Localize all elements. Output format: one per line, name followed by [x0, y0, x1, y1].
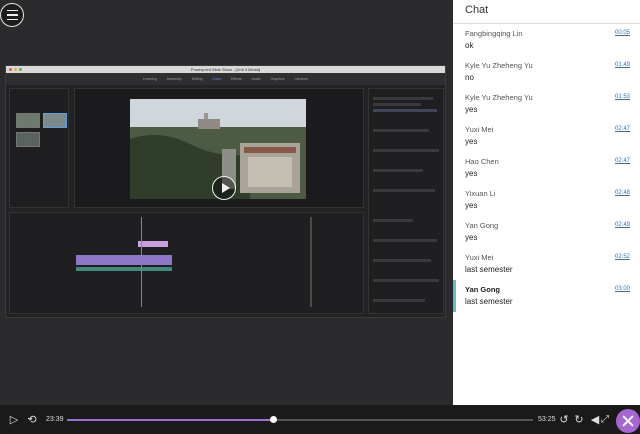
replay-icon[interactable]: ⟲: [25, 413, 39, 427]
screen-title: Powerpoint Slide Show - [Unit 3 Media]: [190, 67, 261, 72]
chat-author: Yixuan Li: [465, 189, 496, 198]
property-row: [373, 259, 431, 262]
play-icon[interactable]: ▷: [7, 413, 21, 427]
chat-author: Fangbingqing Lin: [465, 29, 523, 38]
lecture-player: Powerpoint Slide Show - [Unit 3 Media] L…: [0, 0, 640, 434]
media-thumbnail: [43, 113, 67, 128]
progress-bar[interactable]: [67, 416, 533, 423]
chat-title: Chat: [453, 0, 640, 24]
editor-menu-item: Editing: [191, 77, 203, 81]
chat-timestamp-link[interactable]: 02:47: [615, 158, 630, 164]
chat-author: Yan Gong: [465, 285, 501, 294]
chat-timestamp-link[interactable]: 02:52: [615, 254, 630, 260]
chat-text: yes: [465, 201, 478, 210]
chat-message: Yan Gong yes 02:49: [453, 216, 640, 248]
property-row: [373, 169, 423, 172]
editor-menu-item: Graphics: [270, 77, 285, 81]
editor-menu-item: Effects: [230, 77, 242, 81]
chat-text: yes: [465, 233, 478, 242]
property-row: [373, 97, 433, 100]
chat-message: Yixuan Li yes 02:48: [453, 184, 640, 216]
play-overlay-icon[interactable]: [212, 176, 236, 200]
chat-message: Kyle Yu Zheheng Yu yes 01:53: [453, 88, 640, 120]
chat-timestamp-link[interactable]: 01:53: [615, 94, 630, 100]
chat-text: no: [465, 73, 474, 82]
property-row: [373, 189, 435, 192]
progress-fill: [67, 419, 274, 421]
rewind-15-icon[interactable]: ↺: [557, 413, 571, 427]
editor-menu-item: Assembly: [166, 77, 182, 81]
video-area[interactable]: Powerpoint Slide Show - [Unit 3 Media] L…: [0, 0, 453, 405]
editor-menu-item: Color: [212, 77, 221, 81]
timeline-panel: [9, 212, 364, 314]
progress-knob[interactable]: [270, 416, 278, 423]
property-row: [373, 103, 421, 106]
media-thumbnail: [16, 113, 40, 128]
chat-text: yes: [465, 105, 478, 114]
chat-timestamp-link[interactable]: 01:49: [615, 62, 630, 68]
media-thumbnail: [16, 132, 40, 147]
chat-text: last semester: [465, 265, 513, 274]
effect-controls-panel: [368, 88, 444, 314]
chat-message: Yuxi Mei last semester 02:52: [453, 248, 640, 280]
chat-author: Hao Chen: [465, 157, 499, 166]
property-row: [373, 129, 429, 132]
chat-text: yes: [465, 137, 478, 146]
chat-text: last semester: [465, 297, 513, 306]
chat-message: Yuxi Mei yes 02:47: [453, 120, 640, 152]
chat-timestamp-link[interactable]: 02:49: [615, 222, 630, 228]
property-row: [373, 299, 425, 302]
property-row: [373, 239, 437, 242]
close-icon[interactable]: [616, 409, 640, 433]
fullscreen-icon[interactable]: ⤢: [598, 413, 612, 427]
player-controls: ▷ ⟲ 23:39 53:25 ↺ ↻ ◀ ⤢: [0, 405, 640, 434]
playhead-line: [141, 217, 142, 307]
chat-message: Kyle Yu Zheheng Yu no 01:49: [453, 56, 640, 88]
editor-menu-item: Audio: [251, 77, 261, 81]
project-pane: [9, 88, 69, 208]
chat-author: Kyle Yu Zheheng Yu: [465, 61, 533, 70]
property-row: [373, 109, 437, 112]
property-row: [373, 219, 413, 222]
chat-timestamp-link[interactable]: 00:05: [615, 30, 630, 36]
chat-message-list: Fangbingqing Lin ok 00:05 Kyle Yu Zheheng Y…: [453, 24, 640, 312]
forward-15-icon[interactable]: ↻: [572, 413, 586, 427]
chat-timestamp-link[interactable]: 02:47: [615, 126, 630, 132]
editor-menubar: Learning Assembly Editing Color Effects Audio…: [6, 73, 445, 85]
duration: 53:25: [538, 416, 556, 423]
timeline-audio-clip[interactable]: [76, 267, 172, 271]
chat-text: yes: [465, 169, 478, 178]
audio-meter: [310, 217, 312, 307]
chat-timestamp-link[interactable]: 03:00: [615, 286, 630, 292]
window-controls: [9, 68, 22, 71]
editor-menu-item: Learning: [143, 77, 157, 81]
editor-menu-item: Libraries: [294, 77, 308, 81]
chat-message: Yan Gong last semester 03:00: [453, 280, 640, 312]
chat-author: Yan Gong: [465, 221, 499, 230]
property-row: [373, 279, 439, 282]
chat-author: Kyle Yu Zheheng Yu: [465, 93, 533, 102]
chat-panel: Chat Fangbingqing Lin ok 00:05 Kyle Yu Zheh…: [453, 0, 640, 405]
chat-author: Yuxi Mei: [465, 125, 494, 134]
current-time: 23:39: [46, 416, 64, 423]
timeline-clip[interactable]: [76, 255, 172, 265]
menu-icon[interactable]: [0, 3, 24, 27]
chat-author: Yuxi Mei: [465, 253, 494, 262]
chat-message: Hao Chen yes 02:47: [453, 152, 640, 184]
timeline-clip[interactable]: [138, 241, 168, 247]
screen-titlebar: Powerpoint Slide Show - [Unit 3 Media]: [6, 66, 445, 73]
chat-message: Fangbingqing Lin ok 00:05: [453, 24, 640, 56]
chat-timestamp-link[interactable]: 02:48: [615, 190, 630, 196]
property-row: [373, 149, 439, 152]
chat-text: ok: [465, 41, 474, 50]
